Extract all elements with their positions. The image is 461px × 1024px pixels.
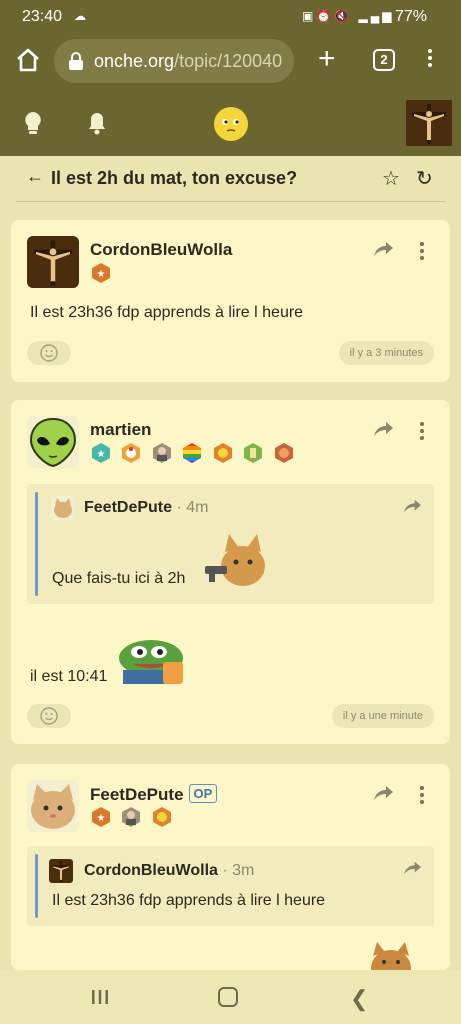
quote-message: Il est 23h36 fdp apprends à lire l heure (52, 892, 326, 909)
lightbulb-icon[interactable] (22, 110, 44, 136)
favorite-star-icon[interactable]: ☆ (382, 166, 400, 191)
post-card: martien ★ FeetDePute · 4m Que fais-tu ic… (11, 400, 450, 744)
star-badge-icon: ★ (92, 443, 110, 463)
crucifix-icon (406, 100, 452, 146)
browser-toolbar: onche.org/topic/120040 + 2 (0, 34, 461, 90)
post-menu-icon[interactable] (418, 784, 426, 804)
badge-list: ★ (90, 806, 177, 828)
tab-switcher-button[interactable]: 2 (373, 49, 395, 71)
author-name-text[interactable]: FeetDePute (90, 785, 184, 804)
share-icon[interactable] (372, 420, 394, 438)
home-icon[interactable] (14, 46, 42, 74)
author-avatar[interactable] (27, 416, 79, 468)
post-message: Il est 23h36 fdp apprends à lire l heure (30, 304, 304, 321)
smiley-outline-icon (40, 707, 58, 725)
svg-text:★: ★ (97, 813, 106, 824)
post-menu-icon[interactable] (418, 240, 426, 260)
status-time: 23:40 (22, 8, 63, 25)
share-icon[interactable] (402, 860, 422, 876)
browser-menu-icon[interactable] (420, 46, 440, 76)
lock-icon (69, 52, 83, 70)
pepe-frog-sticker (119, 640, 183, 684)
author-name[interactable]: martien (90, 420, 151, 440)
quote-bar (35, 492, 38, 596)
rainbow-badge-icon (183, 443, 202, 463)
site-logo-smiley-icon[interactable] (213, 106, 249, 142)
cat-sticker (371, 942, 411, 970)
post-timestamp: il y a 3 minutes (338, 341, 434, 365)
site-header (0, 90, 461, 156)
post-menu-icon[interactable] (418, 420, 426, 440)
topic-title-bar: ← Il est 2h du mat, ton excuse? ☆ ↻ (16, 156, 446, 202)
crucifix-icon (27, 236, 79, 288)
post-card: FeetDePute OP ★ CordonBleuWolla · 3m Il e… (11, 764, 450, 970)
share-icon[interactable] (372, 240, 394, 258)
url-field[interactable]: onche.org/topic/120040 (54, 39, 294, 83)
quote-time: · 3m (222, 862, 255, 879)
add-reaction-button[interactable] (27, 704, 71, 728)
new-tab-icon[interactable]: + (318, 44, 336, 74)
svg-text:★: ★ (97, 269, 106, 280)
quote-time: · 4m (176, 499, 209, 516)
op-badge: OP (188, 784, 218, 803)
chicken-badge-icon (122, 443, 141, 463)
quote-author-name: CordonBleuWolla · 3m (84, 862, 254, 880)
portrait-badge-icon (152, 443, 171, 463)
crucifix-icon (49, 859, 73, 883)
share-icon[interactable] (402, 498, 422, 514)
quote-bar (35, 854, 38, 918)
url-path: /topic/120040 (174, 51, 283, 71)
cloud-icon: ☁ (74, 9, 86, 23)
badge-list: ★ (90, 262, 116, 284)
cat-icon (51, 496, 75, 520)
post-message: il est 10:41 (30, 668, 108, 685)
portrait-badge-icon (122, 807, 141, 827)
smiley-outline-icon (40, 344, 58, 362)
drink-badge-icon (244, 443, 263, 463)
recent-apps-icon[interactable] (90, 988, 110, 1006)
add-reaction-button[interactable] (27, 341, 71, 365)
status-icons: ▣⏰🔇 ▂▄▆ (302, 9, 395, 23)
status-bar: 23:40 ☁ ▣⏰🔇 ▂▄▆ 77% (0, 0, 461, 34)
home-nav-button[interactable] (218, 987, 238, 1007)
user-avatar[interactable] (406, 100, 452, 146)
url-text: onche.org/topic/120040 (94, 51, 282, 72)
author-avatar[interactable] (27, 236, 79, 288)
svg-text:★: ★ (97, 449, 106, 460)
cat-icon (31, 784, 75, 829)
quote-author-name: FeetDePute · 4m (84, 499, 208, 517)
post-timestamp: il y a une minute (331, 704, 434, 728)
url-domain: onche.org (94, 51, 175, 71)
refresh-icon[interactable]: ↻ (416, 166, 433, 191)
quote-author-avatar (49, 859, 73, 883)
share-icon[interactable] (372, 784, 394, 802)
face-badge-icon (213, 443, 232, 463)
author-name: FeetDePute OP (90, 784, 218, 805)
system-nav-bar: ❮ (0, 970, 461, 1024)
author-avatar[interactable] (27, 780, 79, 832)
food-badge-icon (274, 443, 293, 463)
post-card: CordonBleuWolla ★ Il est 23h36 fdp appre… (11, 220, 450, 382)
face-badge-icon (152, 807, 171, 827)
rank-badge-icon: ★ (92, 807, 110, 827)
alien-icon (29, 417, 77, 468)
quote-author-avatar (51, 496, 75, 520)
back-nav-icon[interactable]: ❮ (350, 986, 368, 1012)
topic-title: Il est 2h du mat, ton excuse? (51, 168, 298, 188)
back-arrow-icon[interactable]: ← (26, 166, 44, 187)
notification-bell-icon[interactable] (86, 110, 108, 136)
quoted-post[interactable]: CordonBleuWolla · 3m Il est 23h36 fdp ap… (27, 846, 434, 926)
cat-with-gun-sticker (205, 534, 265, 586)
quoted-post[interactable]: FeetDePute · 4m Que fais-tu ici à 2h (27, 484, 434, 604)
quote-author: FeetDePute (84, 499, 173, 516)
rank-badge-icon: ★ (92, 263, 110, 283)
quote-message: Que fais-tu ici à 2h (52, 570, 186, 587)
quote-author: CordonBleuWolla (84, 862, 218, 879)
author-name[interactable]: CordonBleuWolla (90, 240, 232, 260)
battery-level: 77% (395, 8, 428, 25)
badge-list: ★ (90, 442, 299, 464)
